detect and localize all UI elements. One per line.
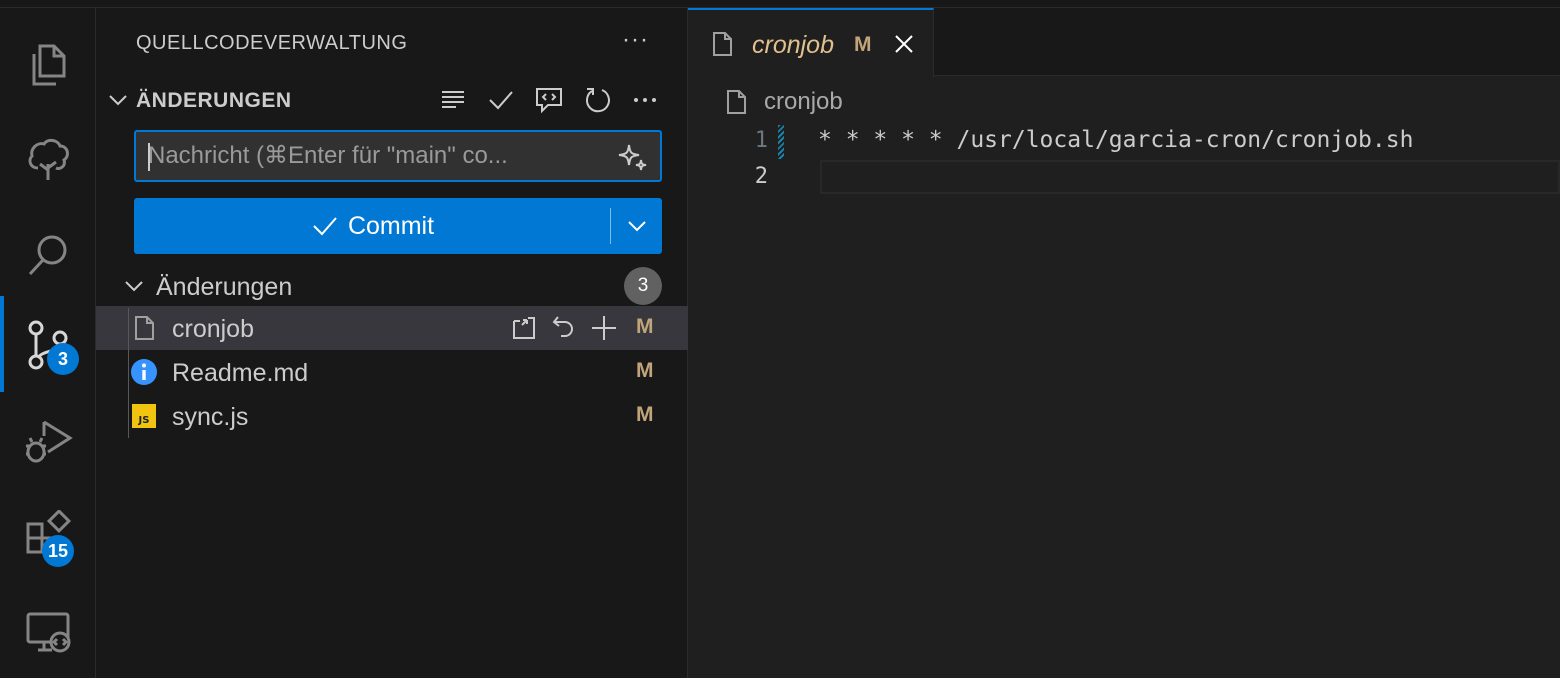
activity-run-debug[interactable] — [0, 392, 96, 488]
section-title: ÄNDERUNGEN — [136, 89, 292, 112]
file-item-readme[interactable]: Readme.md M — [96, 350, 688, 394]
section-header-changes[interactable]: ÄNDERUNGEN — [96, 82, 688, 118]
activity-bar: 3 15 — [0, 8, 96, 678]
line-number: 1 — [754, 128, 768, 153]
open-file-icon — [513, 317, 535, 339]
commit-button[interactable]: Commit — [134, 198, 610, 254]
activity-extensions[interactable]: 15 — [0, 488, 96, 584]
comment-code-icon — [536, 88, 562, 114]
source-control-badge: 3 — [47, 343, 79, 375]
file-actions — [506, 310, 622, 346]
activity-tree[interactable] — [0, 112, 96, 208]
activity-remote-explorer[interactable] — [0, 584, 96, 678]
list-icon — [442, 91, 464, 108]
tab-label: cronjob — [752, 31, 834, 59]
section-actions — [432, 82, 666, 118]
activity-source-control[interactable]: 3 — [0, 296, 96, 392]
refresh-button[interactable] — [576, 82, 618, 118]
changes-group-label: Änderungen — [156, 273, 293, 301]
file-name: Readme.md — [172, 359, 309, 387]
plus-icon — [592, 316, 616, 340]
remote-explorer-icon — [26, 612, 71, 653]
open-file-button[interactable] — [506, 310, 542, 346]
file-name: sync.js — [172, 403, 249, 431]
title-bar — [0, 0, 1560, 8]
commit-message-box — [134, 130, 662, 182]
line-number: 2 — [754, 164, 768, 189]
file-icon — [727, 90, 746, 114]
sparkle-icon[interactable] — [616, 140, 650, 174]
view-as-list-button[interactable] — [432, 82, 474, 118]
file-status: M — [636, 359, 654, 382]
more-icon — [634, 98, 656, 102]
file-item-cronjob[interactable]: cronjob M — [96, 306, 688, 350]
activity-explorer[interactable] — [0, 16, 96, 112]
file-name: cronjob — [172, 315, 254, 343]
info-icon — [131, 359, 157, 385]
svg-text:JS: JS — [138, 415, 150, 426]
sidebar-title: QUELLCODEVERWALTUNG — [136, 32, 408, 54]
breadcrumb-item: cronjob — [764, 88, 843, 115]
modified-line-indicator — [778, 125, 784, 159]
commit-dropdown-button[interactable] — [611, 198, 662, 254]
explorer-icon — [32, 44, 66, 86]
run-debug-icon — [26, 420, 73, 463]
commit-button-label: Commit — [347, 211, 435, 240]
source-control-sidebar: QUELLCODEVERWALTUNG ··· ÄNDERUNGEN Nachr… — [96, 8, 688, 678]
refresh-icon — [585, 88, 610, 113]
file-status: M — [636, 315, 654, 338]
chevron-down-icon — [125, 281, 143, 292]
commit-button-group: Commit — [134, 198, 662, 254]
extensions-badge: 15 — [42, 535, 75, 567]
file-status: M — [636, 403, 654, 426]
current-line-highlight — [820, 160, 1560, 194]
breadcrumb[interactable]: cronjob — [724, 86, 843, 118]
sidebar-more-button[interactable]: ··· — [622, 26, 649, 54]
file-icon — [713, 32, 732, 56]
changes-group-header[interactable]: Änderungen 3 — [96, 264, 688, 308]
check-icon — [489, 91, 513, 110]
tab-status: M — [854, 33, 872, 56]
close-icon[interactable] — [890, 30, 918, 58]
discard-icon — [552, 316, 573, 337]
more-actions-button[interactable] — [624, 82, 666, 118]
stage-changes-button[interactable] — [586, 310, 622, 346]
file-icon — [135, 316, 154, 340]
check-icon — [313, 217, 337, 236]
tree-indent-guide — [128, 308, 129, 438]
file-item-sync-js[interactable]: JS sync.js M — [96, 394, 688, 438]
chevron-down-icon — [627, 221, 646, 232]
text-caret — [148, 143, 150, 171]
commit-message-input[interactable] — [148, 132, 604, 180]
tree-icon — [28, 138, 69, 180]
changes-count-badge: 3 — [624, 267, 662, 305]
code-line[interactable]: * * * * * /usr/local/garcia-cron/cronjob… — [818, 127, 1413, 153]
code-review-button[interactable] — [528, 82, 570, 118]
discard-changes-button[interactable] — [546, 310, 582, 346]
editor-area: cronjob M cronjob 1 * * * * * /usr/local… — [688, 8, 1560, 678]
tab-bar: cronjob M — [688, 8, 1560, 77]
chevron-down-icon — [109, 95, 127, 106]
commit-check-button[interactable] — [480, 82, 522, 118]
tab-cronjob[interactable]: cronjob M — [688, 8, 934, 77]
js-icon: JS — [132, 404, 156, 428]
activity-search[interactable] — [0, 208, 96, 304]
search-icon — [28, 235, 67, 276]
